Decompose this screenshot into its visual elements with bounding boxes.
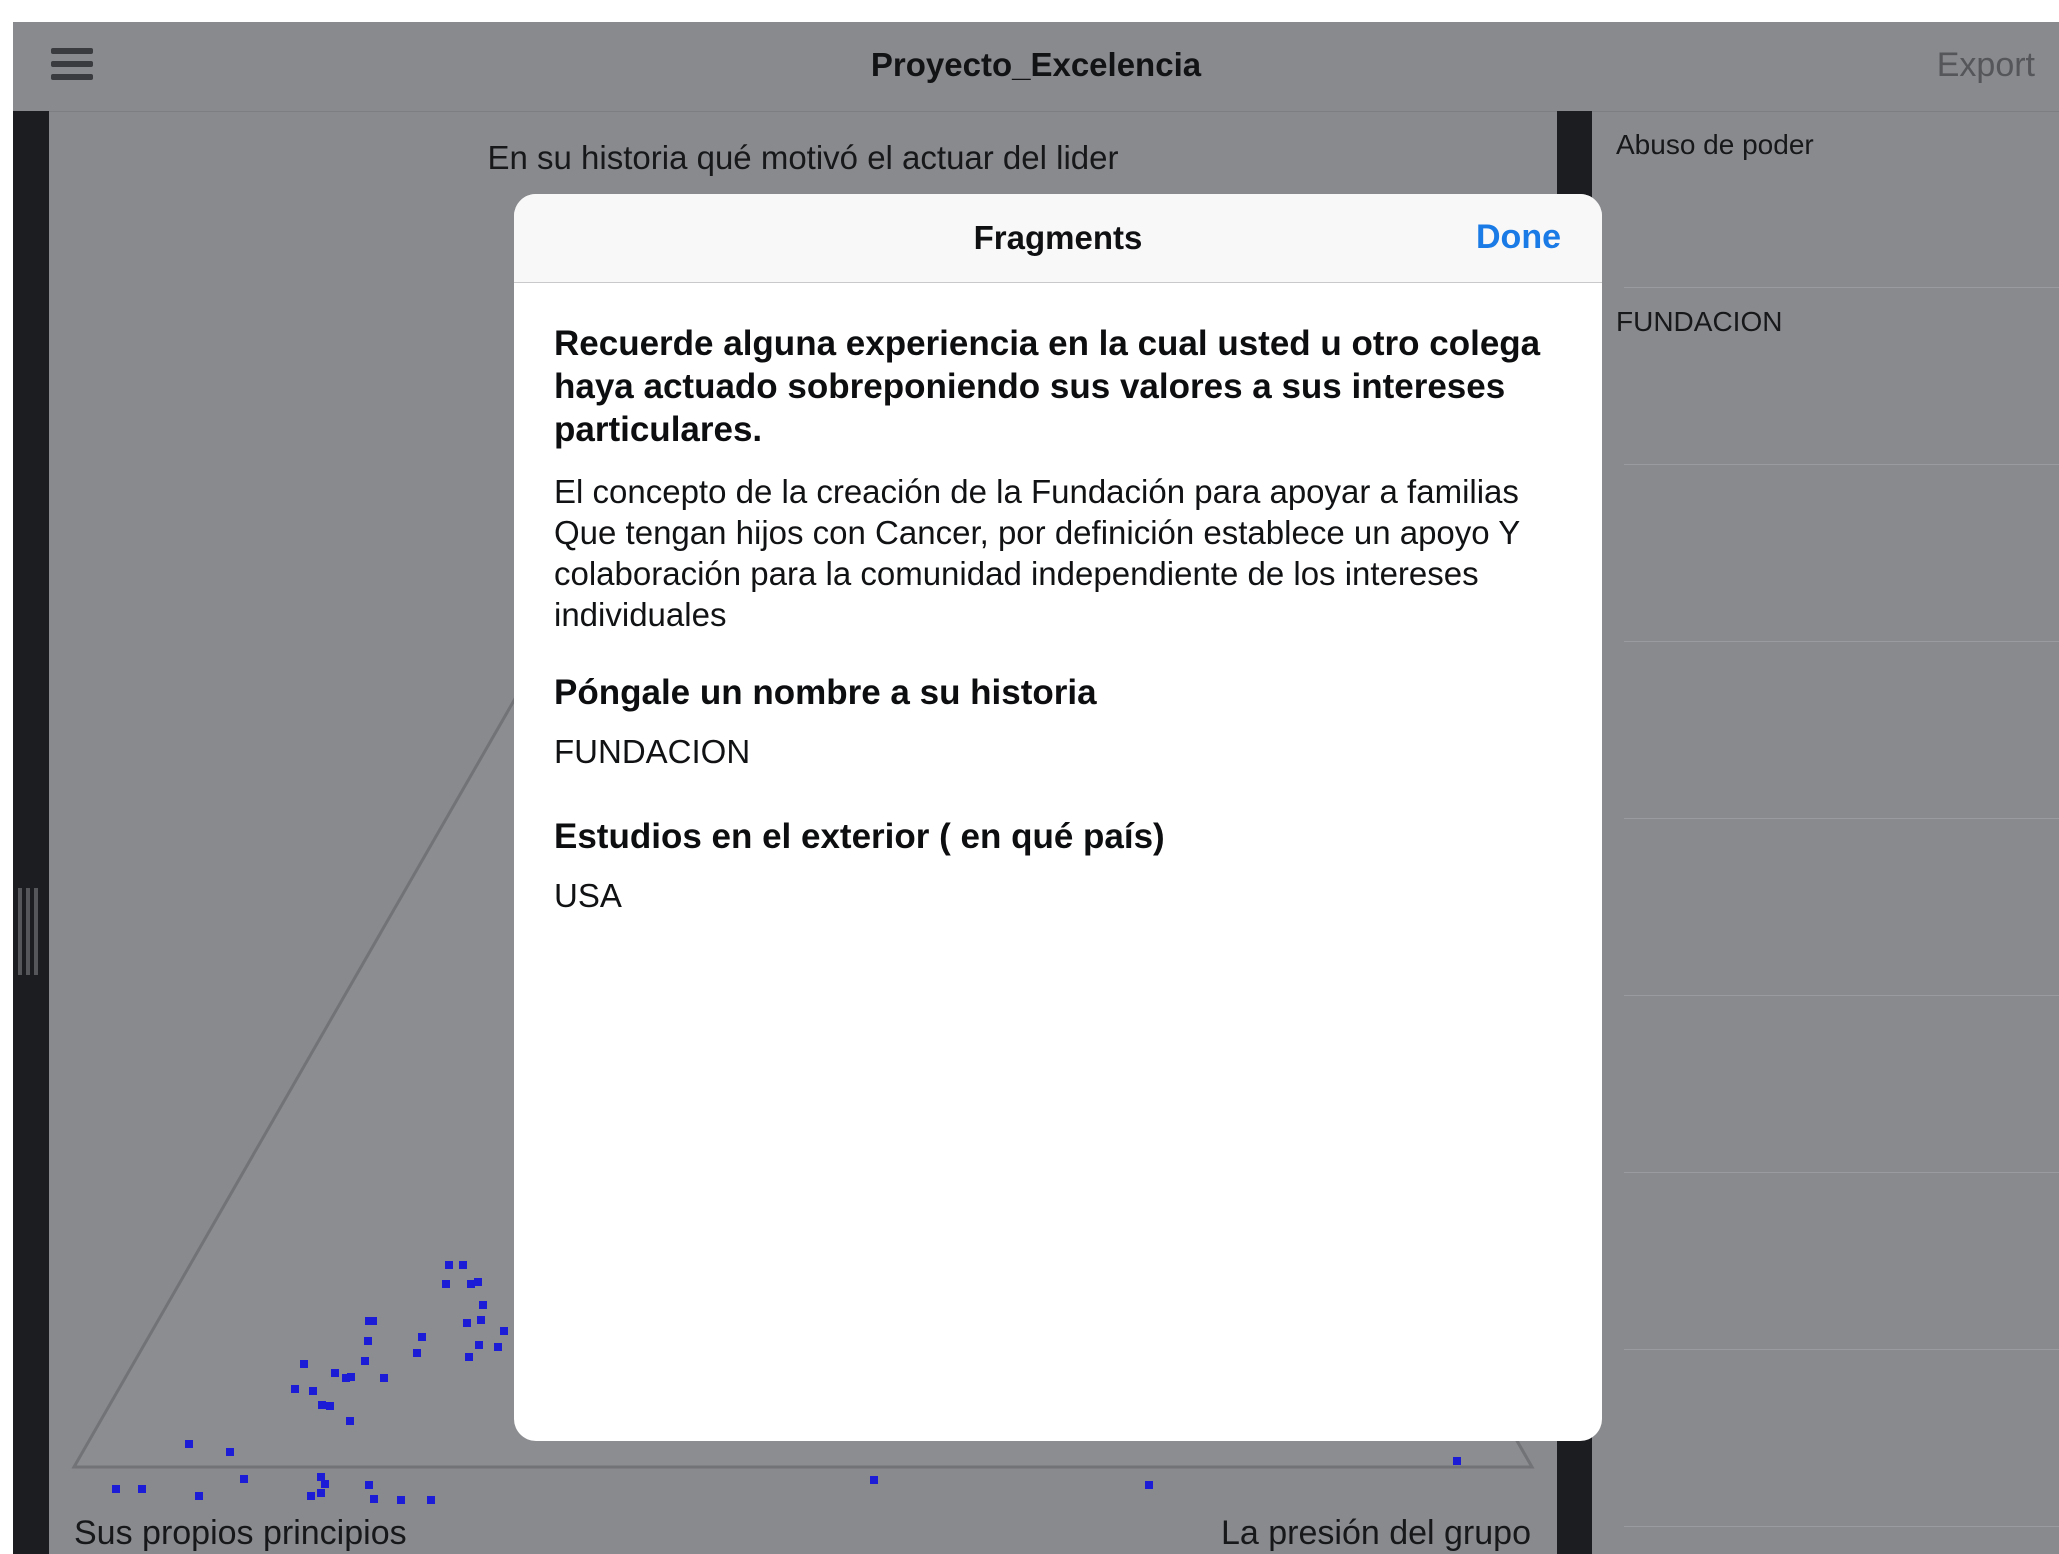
story-dot[interactable] <box>459 1261 467 1269</box>
story-dot[interactable] <box>326 1402 334 1410</box>
story-list-item[interactable] <box>1592 1173 2059 1350</box>
story-dot[interactable] <box>427 1496 435 1504</box>
story-dot[interactable] <box>364 1337 372 1345</box>
story-dot[interactable] <box>318 1401 326 1409</box>
drag-handle-icon[interactable] <box>15 888 45 975</box>
story-dot[interactable] <box>365 1481 373 1489</box>
story-dot[interactable] <box>138 1485 146 1493</box>
question-experience: Recuerde alguna experiencia en la cual u… <box>554 324 1541 449</box>
story-list-item[interactable] <box>1592 996 2059 1173</box>
story-dot[interactable] <box>317 1489 325 1497</box>
story-dot[interactable] <box>240 1475 248 1483</box>
top-bar: Proyecto_Excelencia Export <box>13 22 2059 112</box>
export-button[interactable]: Export <box>1937 46 2035 85</box>
story-dot[interactable] <box>465 1353 473 1361</box>
story-dot[interactable] <box>475 1341 483 1349</box>
fragments-modal: Fragments Done Recuerde alguna experienc… <box>514 194 1602 1441</box>
left-edge-bar <box>13 111 49 1554</box>
story-dot[interactable] <box>300 1360 308 1368</box>
story-list-item[interactable]: Abuso de poder <box>1592 111 2059 288</box>
story-dot[interactable] <box>477 1316 485 1324</box>
story-list-item[interactable] <box>1592 1350 2059 1527</box>
story-dot[interactable] <box>361 1357 369 1365</box>
question-story-name: Póngale un nombre a su historia <box>554 673 1097 712</box>
story-label: FUNDACION <box>1616 306 1783 337</box>
app-title: Proyecto_Excelencia <box>870 46 1202 83</box>
story-dot[interactable] <box>467 1280 475 1288</box>
story-dot[interactable] <box>317 1473 325 1481</box>
story-dot[interactable] <box>195 1492 203 1500</box>
story-dot[interactable] <box>347 1373 355 1381</box>
story-dot[interactable] <box>369 1317 377 1325</box>
modal-header: Fragments Done <box>514 194 1602 283</box>
story-dot[interactable] <box>1453 1457 1461 1465</box>
story-dot[interactable] <box>494 1343 502 1351</box>
story-dot[interactable] <box>291 1385 299 1393</box>
story-dot[interactable] <box>442 1280 450 1288</box>
story-dot[interactable] <box>185 1440 193 1448</box>
story-dot[interactable] <box>445 1261 453 1269</box>
story-dot[interactable] <box>418 1333 426 1341</box>
modal-body: Recuerde alguna experiencia en la cual u… <box>554 322 1564 916</box>
story-dot[interactable] <box>500 1327 508 1335</box>
story-dot[interactable] <box>226 1448 234 1456</box>
answer-experience: El concepto de la creación de la Fundaci… <box>554 473 1520 633</box>
modal-title: Fragments <box>973 219 1143 256</box>
answer-study-abroad: USA <box>554 877 622 914</box>
story-dot[interactable] <box>870 1476 878 1484</box>
right-corner-label: La presión del grupo <box>1220 1514 1531 1552</box>
story-dot[interactable] <box>463 1319 471 1327</box>
app-window: Proyecto_Excelencia Export En su histori… <box>13 22 2059 1554</box>
story-dot[interactable] <box>370 1495 378 1503</box>
story-dot[interactable] <box>479 1301 487 1309</box>
story-dot[interactable] <box>474 1278 482 1286</box>
answer-story-name: FUNDACION <box>554 733 751 770</box>
story-dot[interactable] <box>346 1417 354 1425</box>
story-dot[interactable] <box>321 1480 329 1488</box>
story-dot[interactable] <box>1145 1481 1153 1489</box>
story-label: Abuso de poder <box>1616 129 1814 160</box>
story-dot[interactable] <box>380 1374 388 1382</box>
story-dot[interactable] <box>307 1492 315 1500</box>
story-dot[interactable] <box>397 1496 405 1504</box>
story-dot[interactable] <box>331 1369 339 1377</box>
story-dot[interactable] <box>112 1485 120 1493</box>
story-list-item[interactable] <box>1592 465 2059 642</box>
story-list-item[interactable] <box>1592 819 2059 996</box>
story-list: Abuso de poder FUNDACION <box>1592 111 2059 1554</box>
story-list-item[interactable]: FUNDACION <box>1592 288 2059 465</box>
story-list-item[interactable] <box>1592 642 2059 819</box>
question-study-abroad: Estudios en el exterior ( en qué país) <box>554 817 1165 856</box>
story-dot[interactable] <box>309 1387 317 1395</box>
left-corner-label: Sus propios principios <box>74 1514 407 1552</box>
done-button[interactable]: Done <box>1476 218 1561 257</box>
story-dot[interactable] <box>413 1349 421 1357</box>
